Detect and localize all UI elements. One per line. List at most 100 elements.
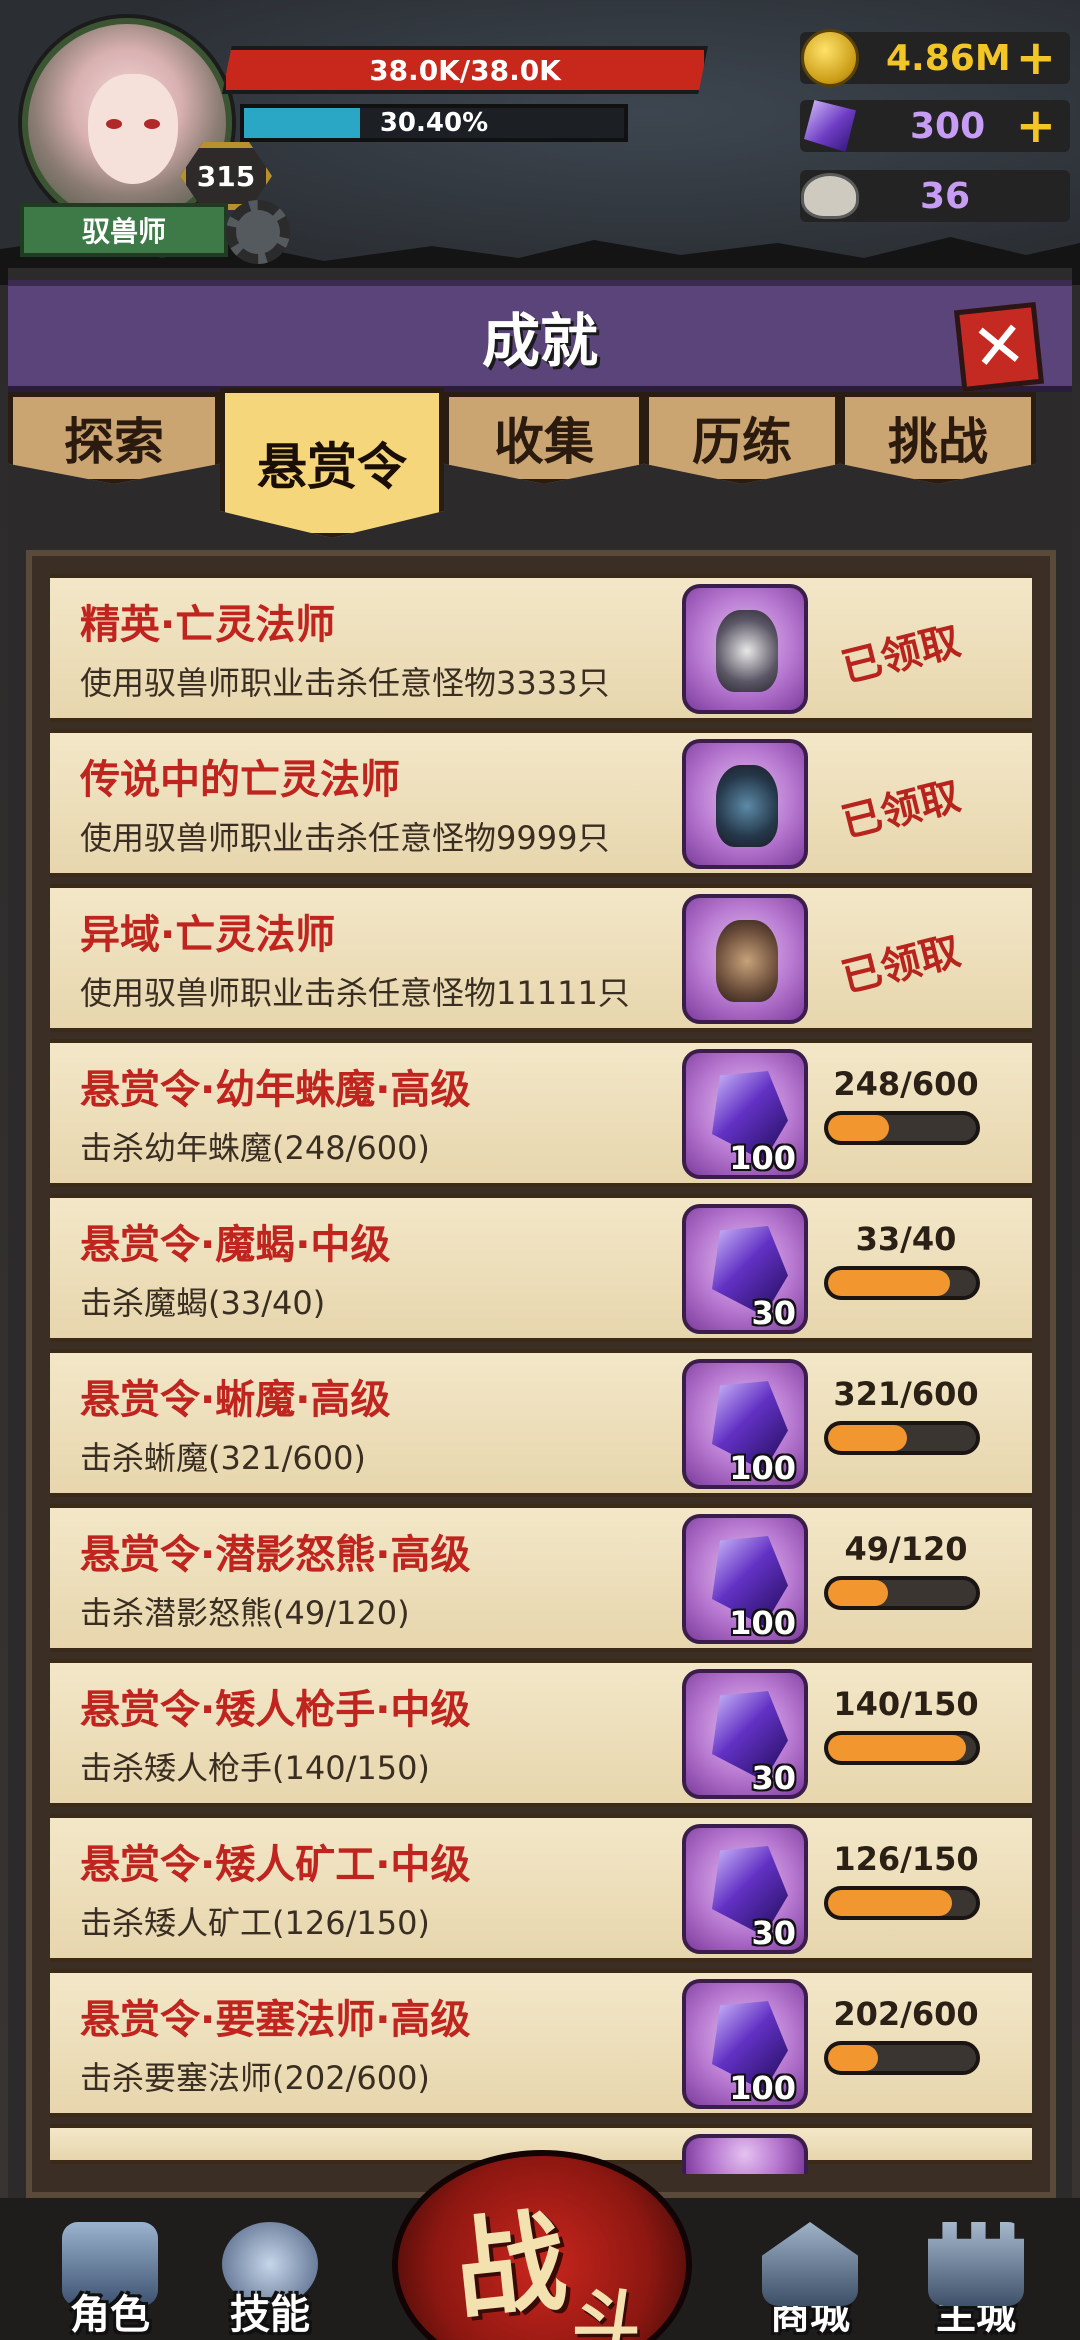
- progress-bar: [824, 1731, 980, 1765]
- claimed-stamp: 已领取: [837, 618, 965, 692]
- shop-tent-icon: [762, 2222, 858, 2306]
- xp-text: 30.40%: [379, 108, 489, 138]
- bounty-desc: 击杀魔蝎(33/40): [80, 1284, 326, 1322]
- progress-bar-fill: [828, 1270, 951, 1296]
- nav-skills-button[interactable]: 技能: [200, 2208, 340, 2340]
- tab-bounty[interactable]: 悬赏令: [220, 388, 444, 538]
- battle-label-1: 战: [448, 2196, 572, 2336]
- progress-bar-fill: [828, 1735, 967, 1761]
- bounty-name: 悬赏令·幼年蛛魔·高级: [80, 1067, 471, 1113]
- bounty-row[interactable]: 悬赏令·要塞法师·高级 击杀要塞法师(202/600) 100 202/600: [50, 1969, 1032, 2117]
- reward-gem-frame: 100: [682, 1979, 808, 2109]
- progress-bar-fill: [828, 1890, 953, 1916]
- bounty-name: 悬赏令·魔蝎·中级: [80, 1222, 391, 1268]
- bounty-row[interactable]: 悬赏令·潜影怒熊·高级 击杀潜影怒熊(49/120) 100 49/120: [50, 1504, 1032, 1652]
- claimed-stamp: 已领取: [837, 773, 965, 847]
- progress-bar-fill: [828, 2045, 878, 2071]
- reward-gem-frame: 100: [682, 1359, 808, 1489]
- progress-bar: [824, 1111, 980, 1145]
- achievement-list-frame[interactable]: 精英·亡灵法师 使用驭兽师职业击杀任意怪物3333只 已领取 传说中的亡灵法师 …: [26, 550, 1056, 2198]
- add-gems-button[interactable]: +: [1016, 102, 1056, 150]
- player-class-banner: 驭兽师: [20, 203, 228, 257]
- progress-bar: [824, 1266, 980, 1300]
- bounty-desc: 击杀蜥魔(321/600): [80, 1439, 366, 1477]
- settings-gear-icon[interactable]: [226, 200, 290, 264]
- bounty-desc: 击杀矮人枪手(140/150): [80, 1749, 430, 1787]
- reward-quantity: 100: [729, 1139, 796, 1177]
- exotic-mage-portrait-icon: [716, 920, 778, 1002]
- gem-value: 300: [910, 105, 986, 147]
- gold-counter: 4.86M +: [800, 29, 1070, 87]
- avatar-eye-left: [106, 119, 122, 129]
- progress-bar-fill: [828, 1115, 890, 1141]
- progress-text: 49/120: [844, 1530, 968, 1568]
- close-button[interactable]: ✕: [953, 301, 1045, 393]
- nav-shop-button[interactable]: 商城: [740, 2208, 880, 2340]
- reward-gem-frame: 100: [682, 1514, 808, 1644]
- nav-skills-label: 技能: [230, 2292, 310, 2338]
- category-tabs: 探索 悬赏令 收集 历练 挑战: [8, 388, 1072, 538]
- progress-text: 140/150: [833, 1685, 979, 1723]
- reward-portrait-frame: [682, 739, 808, 869]
- tab-training[interactable]: 历练: [644, 392, 840, 484]
- reward-gem-frame: 30: [682, 1669, 808, 1799]
- tab-challenge[interactable]: 挑战: [840, 392, 1036, 484]
- close-icon: ✕: [968, 307, 1030, 387]
- progress-text: 321/600: [833, 1375, 979, 1413]
- progress-bar: [824, 1421, 980, 1455]
- xp-bar: 30.40%: [240, 104, 628, 142]
- nav-city-button[interactable]: 主城: [906, 2208, 1046, 2340]
- progress-text: 33/40: [855, 1220, 957, 1258]
- skull-counter: 36: [800, 170, 1070, 222]
- bounty-name: 悬赏令·矮人矿工·中级: [80, 1842, 471, 1888]
- bounty-desc: 击杀矮人矿工(126/150): [80, 1904, 430, 1942]
- bounty-name: 悬赏令·矮人枪手·中级: [80, 1687, 471, 1733]
- achievement-desc: 使用驭兽师职业击杀任意怪物11111只: [80, 974, 630, 1012]
- achievement-desc: 使用驭兽师职业击杀任意怪物3333只: [80, 664, 610, 702]
- progress-bar: [824, 2041, 980, 2075]
- reward-quantity: 30: [751, 1759, 796, 1797]
- tab-explore[interactable]: 探索: [8, 392, 220, 484]
- undead-mage-portrait-icon: [716, 610, 778, 692]
- progress-text: 248/600: [833, 1065, 979, 1103]
- add-gold-button[interactable]: +: [1016, 34, 1056, 82]
- progress-bar: [824, 1886, 980, 1920]
- achievement-row[interactable]: 传说中的亡灵法师 使用驭兽师职业击杀任意怪物9999只 已领取: [50, 729, 1032, 877]
- nav-role-button[interactable]: 角色: [40, 2208, 180, 2340]
- achievement-row[interactable]: 精英·亡灵法师 使用驭兽师职业击杀任意怪物3333只 已领取: [50, 574, 1032, 722]
- reward-gem-frame: 100: [682, 1049, 808, 1179]
- achievement-panel: 成就 ✕ 探索 悬赏令 收集 历练 挑战 精英·亡灵法师 使用驭兽师职业击杀任意…: [8, 268, 1072, 2198]
- bounty-row[interactable]: 悬赏令·矮人矿工·中级 击杀矮人矿工(126/150) 30 126/150: [50, 1814, 1032, 1962]
- reward-quantity: 100: [729, 2069, 796, 2107]
- bounty-name: 悬赏令·蜥魔·高级: [80, 1377, 391, 1423]
- achievement-desc: 使用驭兽师职业击杀任意怪物9999只: [80, 819, 610, 857]
- bounty-row[interactable]: 悬赏令·蜥魔·高级 击杀蜥魔(321/600) 100 321/600: [50, 1349, 1032, 1497]
- bounty-row[interactable]: 悬赏令·矮人枪手·中级 击杀矮人枪手(140/150) 30 140/150: [50, 1659, 1032, 1807]
- legend-mage-portrait-icon: [716, 765, 778, 847]
- claimed-stamp: 已领取: [837, 928, 965, 1002]
- avatar-face: [88, 74, 178, 184]
- bounty-name: 悬赏令·要塞法师·高级: [80, 1997, 471, 2043]
- panel-title-bar: 成就 ✕: [8, 280, 1072, 393]
- gold-coin-icon: [800, 28, 860, 88]
- reward-portrait-frame: [682, 584, 808, 714]
- reward-gem-frame: 30: [682, 1204, 808, 1334]
- castle-icon: [928, 2222, 1024, 2306]
- achievement-row[interactable]: 异域·亡灵法师 使用驭兽师职业击杀任意怪物11111只 已领取: [50, 884, 1032, 1032]
- bounty-desc: 击杀幼年蛛魔(248/600): [80, 1129, 430, 1167]
- battle-label-2: 斗: [567, 2278, 647, 2340]
- bounty-name: 悬赏令·潜影怒熊·高级: [80, 1532, 471, 1578]
- progress-text: 126/150: [833, 1840, 979, 1878]
- gem-counter: 300 +: [800, 100, 1070, 152]
- reward-portrait-frame: [682, 894, 808, 1024]
- top-hud: 315 驭兽师 38.0K/38.0K 30.40% 4.86M + 300 +…: [0, 0, 1080, 285]
- bounty-row[interactable]: 悬赏令·魔蝎·中级 击杀魔蝎(33/40) 30 33/40: [50, 1194, 1032, 1342]
- tab-collect[interactable]: 收集: [444, 392, 644, 484]
- reward-portrait-frame: [682, 2134, 808, 2174]
- skull-value: 36: [920, 175, 971, 217]
- progress-text: 202/600: [833, 1995, 979, 2033]
- progress-bar: [824, 1576, 980, 1610]
- bounty-row[interactable]: 悬赏令·幼年蛛魔·高级 击杀幼年蛛魔(248/600) 100 248/600: [50, 1039, 1032, 1187]
- reward-quantity: 100: [729, 1604, 796, 1642]
- gold-value: 4.86M: [886, 37, 1011, 79]
